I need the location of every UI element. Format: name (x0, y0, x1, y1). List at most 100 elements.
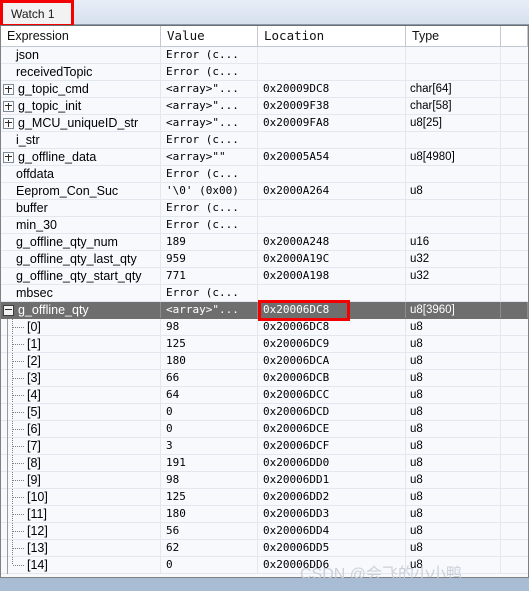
expression-label: [1] (27, 337, 41, 351)
table-row[interactable]: Eeprom_Con_Suc '\0' (0x00) 0x2000A264 u8 (1, 183, 528, 200)
cell-value: '\0' (0x00) (161, 183, 258, 199)
cell-value: Error (c... (161, 200, 258, 216)
cell-value: 0 (161, 421, 258, 437)
cell-value: 180 (161, 506, 258, 522)
table-row[interactable]: [5] 0 0x20006DCD u8 (1, 404, 528, 421)
tab-watch-1[interactable]: Watch 1 (2, 2, 74, 25)
expression-label: g_offline_data (18, 150, 97, 164)
table-row[interactable]: g_offline_qty_last_qty 959 0x2000A19C u32 (1, 251, 528, 268)
table-row[interactable]: mbsec Error (c... (1, 285, 528, 302)
expression-label: [14] (27, 558, 48, 572)
cell-expression: g_offline_qty_start_qty (1, 268, 161, 284)
expression-label: g_offline_qty_start_qty (16, 269, 142, 283)
cell-location: 0x20006DCE (258, 421, 406, 437)
table-row[interactable]: [2] 180 0x20006DCA u8 (1, 353, 528, 370)
column-header-type[interactable]: Type (406, 26, 501, 46)
table-row[interactable]: g_offline_qty_num 189 0x2000A248 u16 (1, 234, 528, 251)
cell-location (258, 132, 406, 148)
table-row[interactable]: [4] 64 0x20006DCC u8 (1, 387, 528, 404)
table-row[interactable]: min_30 Error (c... (1, 217, 528, 234)
cell-type: u8 (406, 506, 501, 522)
table-row[interactable]: i_str Error (c... (1, 132, 528, 149)
cell-expression: [12] (1, 523, 161, 539)
table-row[interactable]: [0] 98 0x20006DC8 u8 (1, 319, 528, 336)
table-row[interactable]: json Error (c... (1, 47, 528, 64)
table-row[interactable]: g_topic_cmd <array>"... 0x20009DC8 char[64] (1, 81, 528, 98)
expression-label: g_offline_qty_last_qty (16, 252, 137, 266)
cell-spacer (501, 302, 528, 318)
cell-value: 62 (161, 540, 258, 556)
cell-value: 125 (161, 489, 258, 505)
cell-spacer (501, 200, 528, 216)
table-row[interactable]: [3] 66 0x20006DCB u8 (1, 370, 528, 387)
collapse-icon[interactable] (3, 304, 14, 316)
cell-type: u8 (406, 438, 501, 454)
table-row[interactable]: g_topic_init <array>"... 0x20009F38 char[58… (1, 98, 528, 115)
expand-icon[interactable] (3, 83, 14, 95)
table-row[interactable]: g_offline_data <array>"" 0x20005A54 u8[4980… (1, 149, 528, 166)
cell-spacer (501, 319, 528, 335)
table-row[interactable]: g_MCU_uniqueID_str <array>"... 0x20009FA8 u… (1, 115, 528, 132)
column-header-expression[interactable]: Expression (1, 26, 161, 46)
table-row[interactable]: [7] 3 0x20006DCF u8 (1, 438, 528, 455)
cell-type: char[58] (406, 98, 501, 114)
table-row[interactable]: [12] 56 0x20006DD4 u8 (1, 523, 528, 540)
cell-value: 98 (161, 472, 258, 488)
cell-expression: [11] (1, 506, 161, 522)
expression-label: offdata (16, 167, 55, 181)
cell-expression: [13] (1, 540, 161, 556)
cell-expression: g_topic_init (1, 98, 161, 114)
table-row[interactable]: buffer Error (c... (1, 200, 528, 217)
watch-grid: Expression Value Location Type json Error… (0, 25, 529, 578)
table-row[interactable]: [9] 98 0x20006DD1 u8 (1, 472, 528, 489)
cell-type (406, 166, 501, 182)
cell-value: <array>"... (161, 98, 258, 114)
expression-label: buffer (16, 201, 48, 215)
expression-label: g_offline_qty_num (16, 235, 118, 249)
cell-expression: i_str (1, 132, 161, 148)
column-header-location[interactable]: Location (258, 26, 406, 46)
expand-icon[interactable] (3, 100, 14, 112)
cell-spacer (501, 472, 528, 488)
cell-type: u8[25] (406, 115, 501, 131)
table-row[interactable]: [13] 62 0x20006DD5 u8 (1, 540, 528, 557)
tab-strip: Watch 1 (0, 0, 529, 27)
table-row[interactable]: g_offline_qty_start_qty 771 0x2000A198 u32 (1, 268, 528, 285)
table-row[interactable]: [14] 0 0x20006DD6 u8 (1, 557, 528, 574)
cell-spacer (501, 251, 528, 267)
cell-value: Error (c... (161, 47, 258, 63)
column-header-spacer (501, 26, 528, 46)
table-row[interactable]: [11] 180 0x20006DD3 u8 (1, 506, 528, 523)
table-row[interactable]: offdata Error (c... (1, 166, 528, 183)
expand-icon[interactable] (3, 151, 14, 163)
cell-type (406, 47, 501, 63)
table-row[interactable]: [6] 0 0x20006DCE u8 (1, 421, 528, 438)
cell-value: Error (c... (161, 217, 258, 233)
cell-type: u8[3960] (406, 302, 501, 318)
cell-value: 66 (161, 370, 258, 386)
column-header-value[interactable]: Value (161, 26, 258, 46)
cell-expression: g_topic_cmd (1, 81, 161, 97)
cell-expression: [0] (1, 319, 161, 335)
cell-spacer (501, 98, 528, 114)
grid-header: Expression Value Location Type (1, 26, 528, 47)
table-row[interactable]: g_offline_qty <array>"... 0x20006DC8 u8[396… (1, 302, 528, 319)
cell-location: 0x20006DD3 (258, 506, 406, 522)
table-row[interactable]: [10] 125 0x20006DD2 u8 (1, 489, 528, 506)
expression-label: [2] (27, 354, 41, 368)
cell-spacer (501, 336, 528, 352)
expression-label: [9] (27, 473, 41, 487)
expand-icon[interactable] (3, 117, 14, 129)
table-row[interactable]: [1] 125 0x20006DC9 u8 (1, 336, 528, 353)
cell-spacer (501, 183, 528, 199)
cell-location (258, 47, 406, 63)
table-row[interactable]: receivedTopic Error (c... (1, 64, 528, 81)
cell-expression: buffer (1, 200, 161, 216)
cell-type (406, 200, 501, 216)
cell-value: 180 (161, 353, 258, 369)
cell-spacer (501, 506, 528, 522)
table-row[interactable]: [8] 191 0x20006DD0 u8 (1, 455, 528, 472)
cell-value: 0 (161, 557, 258, 573)
cell-value: 125 (161, 336, 258, 352)
cell-value: 3 (161, 438, 258, 454)
